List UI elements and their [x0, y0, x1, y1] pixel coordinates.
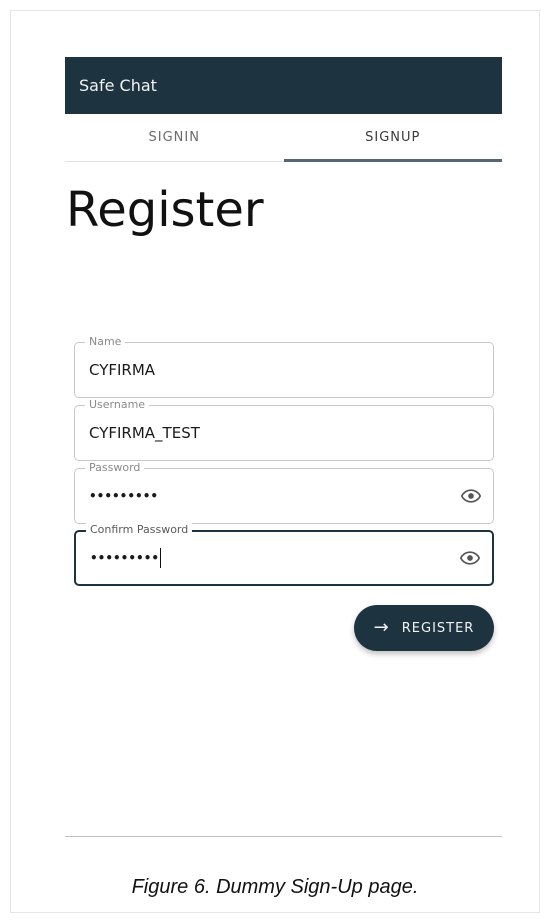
text-cursor	[160, 548, 162, 568]
eye-icon[interactable]	[460, 551, 480, 565]
app-bar: Safe Chat	[65, 57, 502, 114]
divider	[65, 836, 502, 837]
figure-caption: Figure 6. Dummy Sign-Up page.	[131, 876, 419, 898]
password-field[interactable]: Password •••••••••	[74, 461, 494, 524]
confirm-password-field-value: •••••••••	[90, 532, 162, 584]
password-field-value: •••••••••	[89, 489, 159, 503]
username-field[interactable]: Username CYFIRMA_TEST	[74, 398, 494, 461]
arrow-right-icon: →	[373, 617, 390, 638]
name-field[interactable]: Name CYFIRMA	[74, 335, 494, 398]
tab-signup-label: SIGNUP	[365, 130, 421, 145]
tab-signin[interactable]: SIGNIN	[65, 114, 284, 161]
tab-bar: SIGNIN SIGNUP	[65, 114, 502, 162]
register-button-label: REGISTER	[401, 620, 475, 636]
eye-icon[interactable]	[461, 489, 481, 503]
page-title: Register	[66, 182, 264, 238]
confirm-password-dots: •••••••••	[90, 551, 160, 565]
tab-signup[interactable]: SIGNUP	[283, 114, 503, 162]
name-field-value: CYFIRMA	[89, 361, 156, 379]
confirm-password-field[interactable]: Confirm Password •••••••••	[74, 523, 494, 586]
app-title: Safe Chat	[79, 76, 157, 95]
register-button[interactable]: → REGISTER	[354, 605, 494, 651]
username-field-value: CYFIRMA_TEST	[89, 424, 200, 442]
tab-signin-label: SIGNIN	[148, 130, 200, 145]
